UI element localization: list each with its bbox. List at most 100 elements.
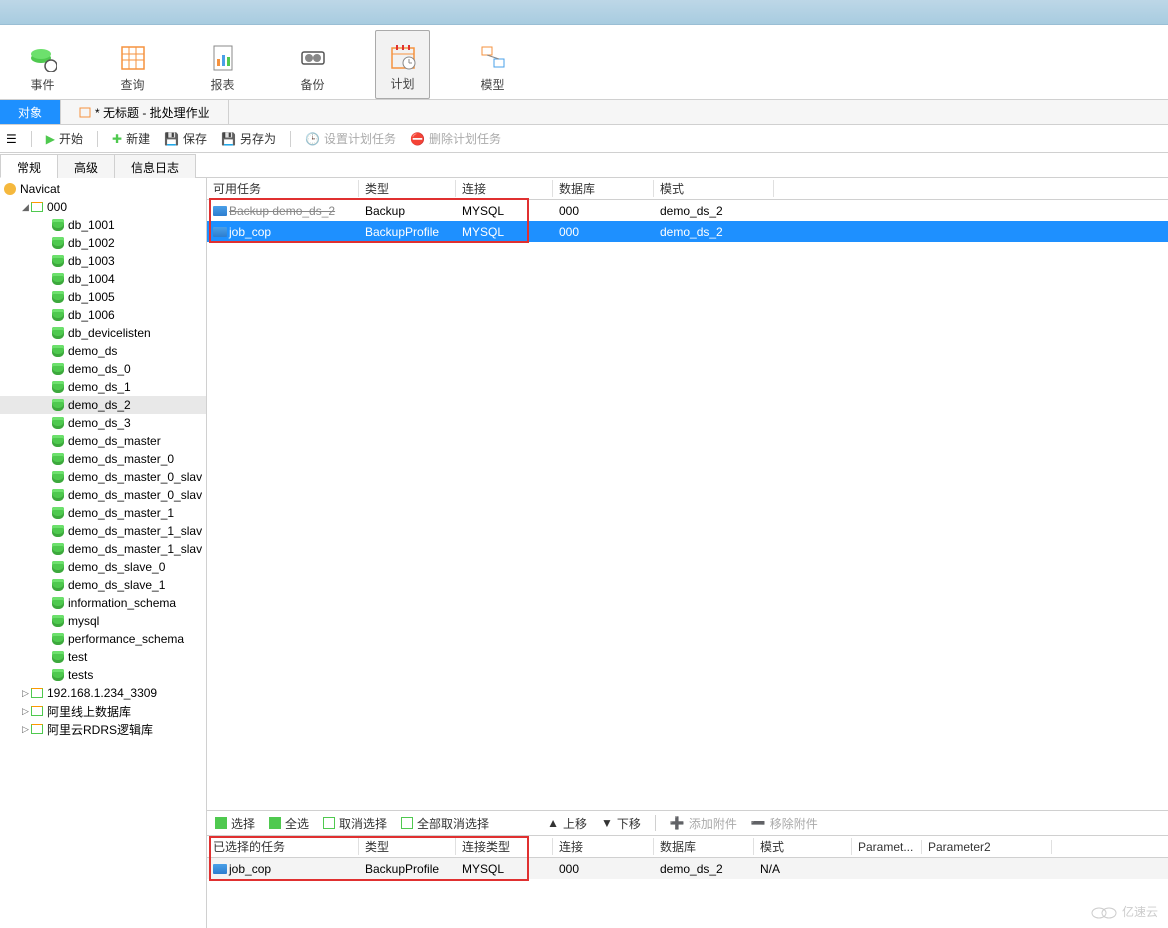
table-row[interactable]: job_cop BackupProfile MYSQL 000 demo_ds_… xyxy=(207,858,1168,879)
tree-item[interactable]: ▷阿里线上数据库 xyxy=(0,702,206,720)
tree-item[interactable]: demo_ds_master xyxy=(0,432,206,450)
main-area: Navicat◢000db_1001db_1002db_1003db_1004d… xyxy=(0,178,1168,928)
tree-item[interactable]: mysql xyxy=(0,612,206,630)
tree-item[interactable]: db_1006 xyxy=(0,306,206,324)
sidebar: Navicat◢000db_1001db_1002db_1003db_1004d… xyxy=(0,178,207,928)
delete-schedule-button[interactable]: ⛔删除计划任务 xyxy=(410,130,501,147)
tree-item[interactable]: Navicat xyxy=(0,180,206,198)
selected-tasks-header: 已选择的任务 类型 连接类型 连接 数据库 模式 Paramet... Para… xyxy=(207,836,1168,858)
report-icon xyxy=(208,43,238,73)
tree-item[interactable]: db_1005 xyxy=(0,288,206,306)
tree-item[interactable]: demo_ds_master_0 xyxy=(0,450,206,468)
ribbon-label: 计划 xyxy=(390,75,414,92)
tree-item[interactable]: demo_ds_master_1_slav xyxy=(0,540,206,558)
deselect-button[interactable]: 取消选择 xyxy=(323,815,387,832)
table-row[interactable]: job_copBackupProfileMYSQL000demo_ds_2 xyxy=(207,221,1168,242)
ribbon-label: 报表 xyxy=(210,76,234,93)
tree-item[interactable]: demo_ds_master_1_slav xyxy=(0,522,206,540)
col-btype[interactable]: 类型 xyxy=(359,838,456,855)
tree-item[interactable]: demo_ds_3 xyxy=(0,414,206,432)
ribbon-backup[interactable]: 备份 xyxy=(285,30,340,99)
delete-icon: ⛔ xyxy=(410,132,425,146)
ribbon-schedule[interactable]: 计划 xyxy=(375,30,430,99)
col-bp1[interactable]: Paramet... xyxy=(852,840,922,854)
task-icon xyxy=(213,864,227,874)
save-button[interactable]: 💾保存 xyxy=(164,130,207,147)
col-db[interactable]: 数据库 xyxy=(553,180,654,197)
selectall-button[interactable]: 全选 xyxy=(269,815,309,832)
new-button[interactable]: ✚新建 xyxy=(112,130,150,147)
tree-item[interactable]: demo_ds_master_0_slav xyxy=(0,468,206,486)
event-icon xyxy=(28,43,58,73)
col-bp2[interactable]: Parameter2 xyxy=(922,840,1052,854)
tree-item[interactable]: demo_ds_0 xyxy=(0,360,206,378)
tree-item[interactable]: ◢000 xyxy=(0,198,206,216)
ribbon-label: 事件 xyxy=(30,76,54,93)
table-row[interactable]: Backup demo_ds_2BackupMYSQL000demo_ds_2 xyxy=(207,200,1168,221)
moveup-button[interactable]: ▲上移 xyxy=(547,815,587,832)
col-seltask[interactable]: 已选择的任务 xyxy=(207,838,359,855)
set-schedule-button[interactable]: 🕒设置计划任务 xyxy=(305,130,396,147)
deselectall-button[interactable]: 全部取消选择 xyxy=(401,815,489,832)
tree-item[interactable]: db_1003 xyxy=(0,252,206,270)
tabstrip: 对象 * 无标题 - 批处理作业 xyxy=(0,100,1168,125)
tree-item[interactable]: performance_schema xyxy=(0,630,206,648)
tree-item[interactable]: tests xyxy=(0,666,206,684)
col-task[interactable]: 可用任务 xyxy=(207,180,359,197)
tree-item[interactable]: demo_ds_master_1 xyxy=(0,504,206,522)
watermark: 亿速云 xyxy=(1090,902,1158,920)
subtab-log[interactable]: 信息日志 xyxy=(114,154,196,178)
ribbon-label: 模型 xyxy=(480,76,504,93)
tree-item[interactable]: demo_ds xyxy=(0,342,206,360)
col-bconn[interactable]: 连接 xyxy=(553,838,654,855)
movedown-button[interactable]: ▼下移 xyxy=(601,815,641,832)
attach-add-icon: ➕ xyxy=(670,816,685,830)
schedule-small-icon xyxy=(79,106,91,118)
secondary-toolbar: ☰ ▶开始 ✚新建 💾保存 💾另存为 🕒设置计划任务 ⛔删除计划任务 xyxy=(0,125,1168,153)
tree-item[interactable]: test xyxy=(0,648,206,666)
select-button[interactable]: 选择 xyxy=(215,815,255,832)
saveas-button[interactable]: 💾另存为 xyxy=(221,130,276,147)
col-bschema[interactable]: 模式 xyxy=(754,838,852,855)
tree-item[interactable]: demo_ds_1 xyxy=(0,378,206,396)
tree-item[interactable]: db_1004 xyxy=(0,270,206,288)
schedule-icon xyxy=(388,42,418,72)
available-tasks-header: 可用任务 类型 连接 数据库 模式 xyxy=(207,178,1168,200)
col-bconntype[interactable]: 连接类型 xyxy=(456,838,553,855)
addattach-button[interactable]: ➕添加附件 xyxy=(670,815,737,832)
removeattach-button[interactable]: ➖移除附件 xyxy=(751,815,818,832)
ribbon-query[interactable]: 查询 xyxy=(105,30,160,99)
ribbon-model[interactable]: 模型 xyxy=(465,30,520,99)
tree-item[interactable]: demo_ds_master_0_slav xyxy=(0,486,206,504)
tab-batch[interactable]: * 无标题 - 批处理作业 xyxy=(61,100,229,124)
col-type[interactable]: 类型 xyxy=(359,180,456,197)
check-icon xyxy=(215,817,227,829)
subtab-advanced[interactable]: 高级 xyxy=(57,154,115,178)
tree-item[interactable]: ▷阿里云RDRS逻辑库 xyxy=(0,720,206,738)
arrow-down-icon: ▼ xyxy=(601,816,613,830)
tree-item[interactable]: db_devicelisten xyxy=(0,324,206,342)
start-button[interactable]: ▶开始 xyxy=(46,130,83,147)
col-conn[interactable]: 连接 xyxy=(456,180,553,197)
subtab-general[interactable]: 常规 xyxy=(0,154,58,178)
model-icon xyxy=(478,43,508,73)
tree-item[interactable]: demo_ds_2 xyxy=(0,396,206,414)
cloud-icon xyxy=(1090,902,1118,920)
clock-icon: 🕒 xyxy=(305,132,320,146)
tree-item[interactable]: demo_ds_slave_0 xyxy=(0,558,206,576)
tree-item[interactable]: db_1002 xyxy=(0,234,206,252)
tree-item[interactable]: db_1001 xyxy=(0,216,206,234)
tab-objects[interactable]: 对象 xyxy=(0,100,61,124)
tree-item[interactable]: information_schema xyxy=(0,594,206,612)
ribbon-event[interactable]: 事件 xyxy=(15,30,70,99)
tree-item[interactable]: ▷192.168.1.234_3309 xyxy=(0,684,206,702)
connection-tree[interactable]: Navicat◢000db_1001db_1002db_1003db_1004d… xyxy=(0,178,206,740)
col-bdb[interactable]: 数据库 xyxy=(654,838,754,855)
ribbon-label: 备份 xyxy=(300,76,324,93)
checkall-icon xyxy=(269,817,281,829)
ribbon-report[interactable]: 报表 xyxy=(195,30,250,99)
tree-item[interactable]: demo_ds_slave_1 xyxy=(0,576,206,594)
menu-icon[interactable]: ☰ xyxy=(6,132,17,146)
arrow-up-icon: ▲ xyxy=(547,816,559,830)
col-schema[interactable]: 模式 xyxy=(654,180,774,197)
